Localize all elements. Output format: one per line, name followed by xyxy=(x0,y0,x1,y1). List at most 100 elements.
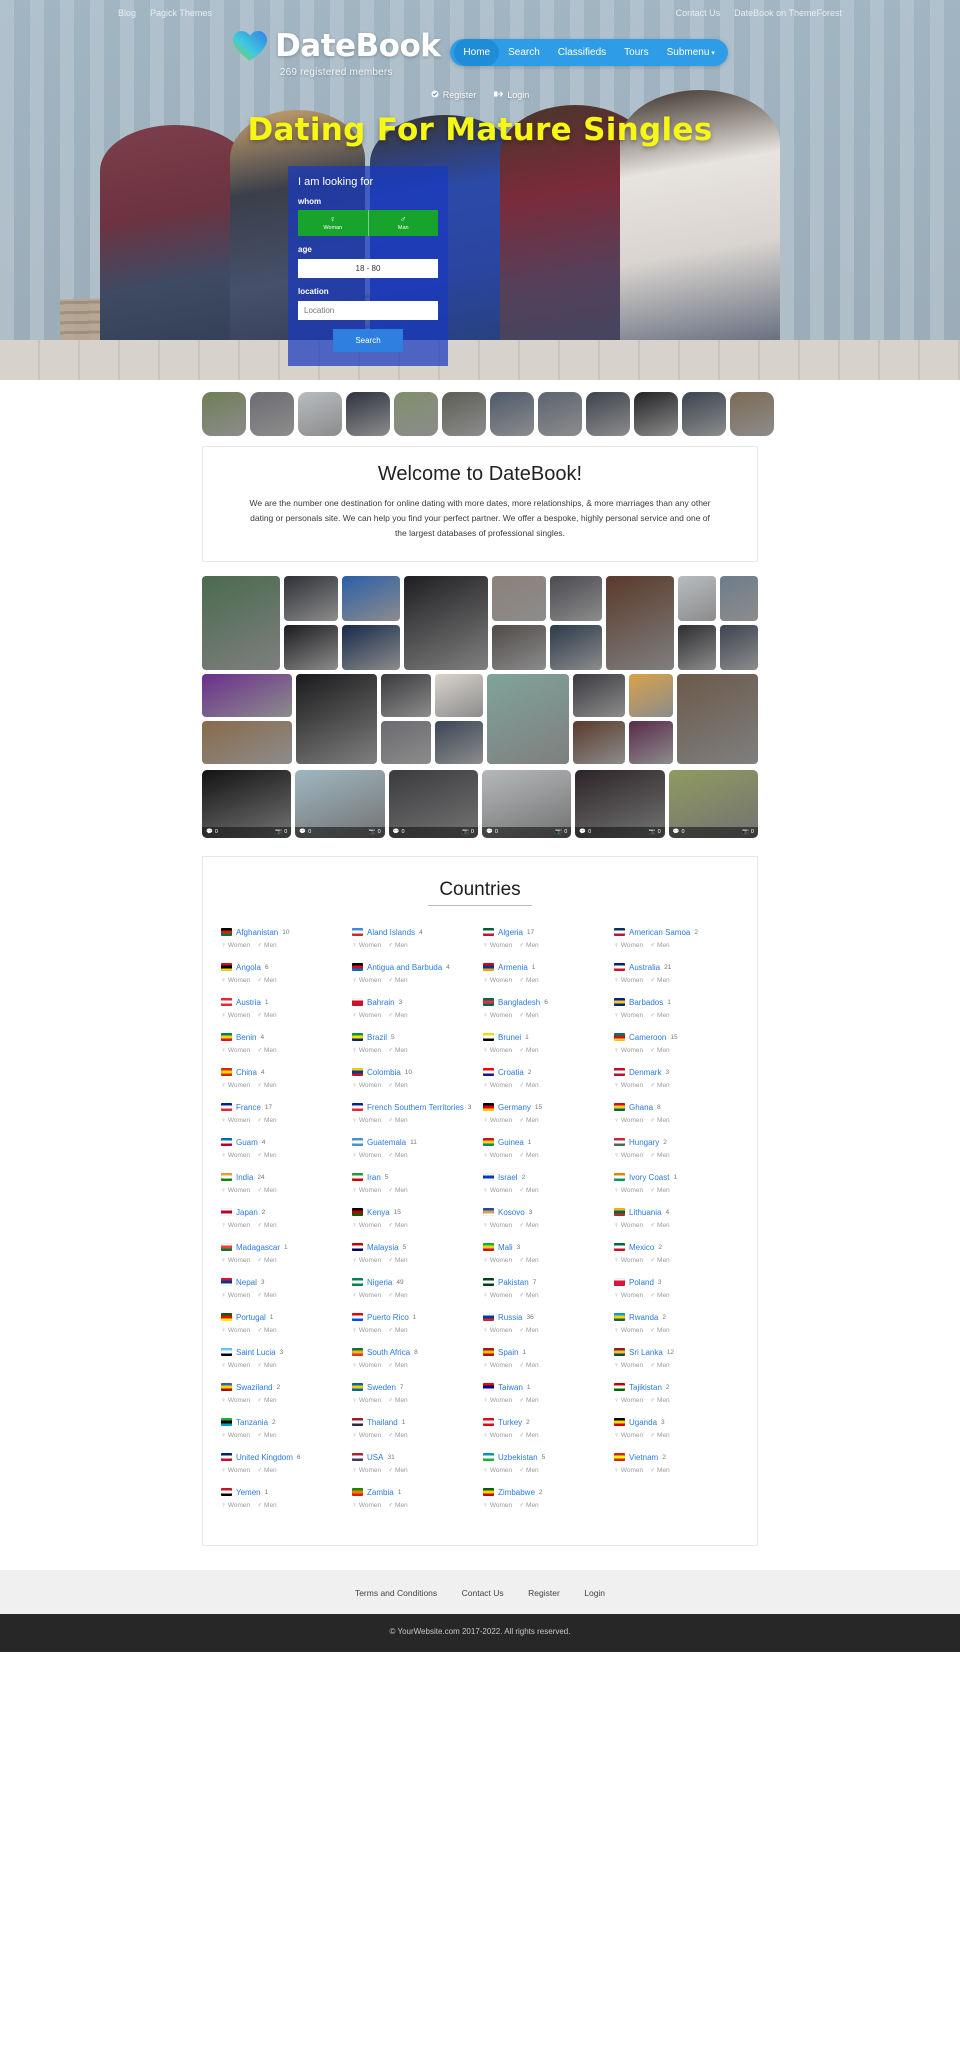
country-women-link[interactable]: ♀ Women xyxy=(352,1502,381,1509)
topbar-link-themeforest[interactable]: DateBook on ThemeForest xyxy=(734,8,842,18)
country-men-link[interactable]: ♂ Men xyxy=(650,1397,670,1404)
country-men-link[interactable]: ♂ Men xyxy=(650,942,670,949)
country-men-link[interactable]: ♂ Men xyxy=(650,1047,670,1054)
country-men-link[interactable]: ♂ Men xyxy=(388,1222,408,1229)
country-women-link[interactable]: ♀ Women xyxy=(352,1327,381,1334)
country-link[interactable]: Mexico xyxy=(629,1243,654,1252)
mosaic-photo[interactable] xyxy=(678,575,716,621)
country-link[interactable]: French Southern Territories xyxy=(367,1103,464,1112)
country-women-link[interactable]: ♀ Women xyxy=(221,1467,250,1474)
country-link[interactable]: Swaziland xyxy=(236,1383,272,1392)
country-women-link[interactable]: ♀ Women xyxy=(221,1117,250,1124)
country-men-link[interactable]: ♂ Men xyxy=(519,1117,539,1124)
country-link[interactable]: Sri Lanka xyxy=(629,1348,663,1357)
country-link[interactable]: Nigeria xyxy=(367,1278,392,1287)
country-link[interactable]: Guam xyxy=(236,1138,258,1147)
country-women-link[interactable]: ♀ Women xyxy=(352,1222,381,1229)
country-women-link[interactable]: ♀ Women xyxy=(614,1327,643,1334)
member-avatar[interactable] xyxy=(346,392,390,436)
country-men-link[interactable]: ♂ Men xyxy=(650,1152,670,1159)
country-men-link[interactable]: ♂ Men xyxy=(519,1397,539,1404)
country-women-link[interactable]: ♀ Women xyxy=(483,1222,512,1229)
country-women-link[interactable]: ♀ Women xyxy=(352,1292,381,1299)
country-link[interactable]: Bahrain xyxy=(367,998,395,1007)
country-link[interactable]: Tajikistan xyxy=(629,1383,662,1392)
country-men-link[interactable]: ♂ Men xyxy=(388,1467,408,1474)
country-link[interactable]: Kenya xyxy=(367,1208,390,1217)
country-men-link[interactable]: ♂ Men xyxy=(257,1362,277,1369)
country-link[interactable]: Germany xyxy=(498,1103,531,1112)
featured-photo[interactable]: 💬 0 📷 0 xyxy=(575,769,665,838)
country-women-link[interactable]: ♀ Women xyxy=(614,1047,643,1054)
country-women-link[interactable]: ♀ Women xyxy=(614,1222,643,1229)
country-men-link[interactable]: ♂ Men xyxy=(388,942,408,949)
country-link[interactable]: Yemen xyxy=(236,1488,261,1497)
country-men-link[interactable]: ♂ Men xyxy=(388,1152,408,1159)
country-women-link[interactable]: ♀ Women xyxy=(614,1257,643,1264)
country-men-link[interactable]: ♂ Men xyxy=(519,1012,539,1019)
mosaic-photo[interactable] xyxy=(202,720,292,764)
country-link[interactable]: Japan xyxy=(236,1208,258,1217)
country-men-link[interactable]: ♂ Men xyxy=(519,942,539,949)
country-men-link[interactable]: ♂ Men xyxy=(388,1012,408,1019)
country-men-link[interactable]: ♂ Men xyxy=(257,977,277,984)
country-women-link[interactable]: ♀ Women xyxy=(352,1047,381,1054)
country-men-link[interactable]: ♂ Men xyxy=(650,1117,670,1124)
country-link[interactable]: Puerto Rico xyxy=(367,1313,409,1322)
country-men-link[interactable]: ♂ Men xyxy=(257,1257,277,1264)
country-link[interactable]: Hungary xyxy=(629,1138,659,1147)
country-women-link[interactable]: ♀ Women xyxy=(221,1397,250,1404)
country-women-link[interactable]: ♀ Women xyxy=(221,1082,250,1089)
country-women-link[interactable]: ♀ Women xyxy=(483,1467,512,1474)
country-link[interactable]: Malaysia xyxy=(367,1243,399,1252)
featured-photo[interactable]: 💬 0 📷 0 xyxy=(388,769,478,838)
age-range-input[interactable] xyxy=(298,259,438,278)
country-link[interactable]: Ivory Coast xyxy=(629,1173,669,1182)
nav-item-tours[interactable]: Tours xyxy=(615,39,657,66)
country-men-link[interactable]: ♂ Men xyxy=(257,1467,277,1474)
country-link[interactable]: Austria xyxy=(236,998,261,1007)
country-men-link[interactable]: ♂ Men xyxy=(388,1257,408,1264)
mosaic-photo[interactable] xyxy=(202,673,292,717)
mosaic-photo[interactable] xyxy=(720,575,758,621)
country-men-link[interactable]: ♂ Men xyxy=(519,1257,539,1264)
country-women-link[interactable]: ♀ Women xyxy=(483,1152,512,1159)
country-men-link[interactable]: ♂ Men xyxy=(650,1432,670,1439)
country-link[interactable]: United Kingdom xyxy=(236,1453,293,1462)
country-women-link[interactable]: ♀ Women xyxy=(221,1257,250,1264)
country-link[interactable]: Afghanistan xyxy=(236,928,278,937)
login-link[interactable]: Login xyxy=(494,90,529,100)
country-link[interactable]: Guatemala xyxy=(367,1138,406,1147)
country-men-link[interactable]: ♂ Men xyxy=(519,1047,539,1054)
country-men-link[interactable]: ♂ Men xyxy=(650,1362,670,1369)
nav-item-home[interactable]: Home xyxy=(454,39,500,66)
country-women-link[interactable]: ♀ Women xyxy=(614,1152,643,1159)
country-women-link[interactable]: ♀ Women xyxy=(352,1187,381,1194)
country-link[interactable]: Benin xyxy=(236,1033,256,1042)
country-women-link[interactable]: ♀ Women xyxy=(483,1502,512,1509)
country-link[interactable]: Barbados xyxy=(629,998,663,1007)
mosaic-photo[interactable] xyxy=(296,673,378,764)
country-women-link[interactable]: ♀ Women xyxy=(483,1082,512,1089)
mosaic-photo[interactable] xyxy=(435,673,484,717)
country-women-link[interactable]: ♀ Women xyxy=(221,1362,250,1369)
country-women-link[interactable]: ♀ Women xyxy=(483,1362,512,1369)
country-men-link[interactable]: ♂ Men xyxy=(388,1362,408,1369)
country-women-link[interactable]: ♀ Women xyxy=(483,1047,512,1054)
mosaic-photo[interactable] xyxy=(628,673,673,717)
country-men-link[interactable]: ♂ Men xyxy=(650,1292,670,1299)
mosaic-photo[interactable] xyxy=(381,673,432,717)
country-link[interactable]: Kosovo xyxy=(498,1208,525,1217)
footer-link-login[interactable]: Login xyxy=(584,1588,605,1598)
country-women-link[interactable]: ♀ Women xyxy=(614,1397,643,1404)
country-link[interactable]: Angola xyxy=(236,963,261,972)
location-input[interactable] xyxy=(298,301,438,320)
country-link[interactable]: Vietnam xyxy=(629,1453,658,1462)
country-link[interactable]: South Africa xyxy=(367,1348,410,1357)
country-women-link[interactable]: ♀ Women xyxy=(221,1432,250,1439)
country-women-link[interactable]: ♀ Women xyxy=(614,1292,643,1299)
country-link[interactable]: Taiwan xyxy=(498,1383,523,1392)
mosaic-photo[interactable] xyxy=(572,720,625,764)
featured-photo[interactable]: 💬 0 📷 0 xyxy=(481,769,572,838)
country-men-link[interactable]: ♂ Men xyxy=(388,977,408,984)
